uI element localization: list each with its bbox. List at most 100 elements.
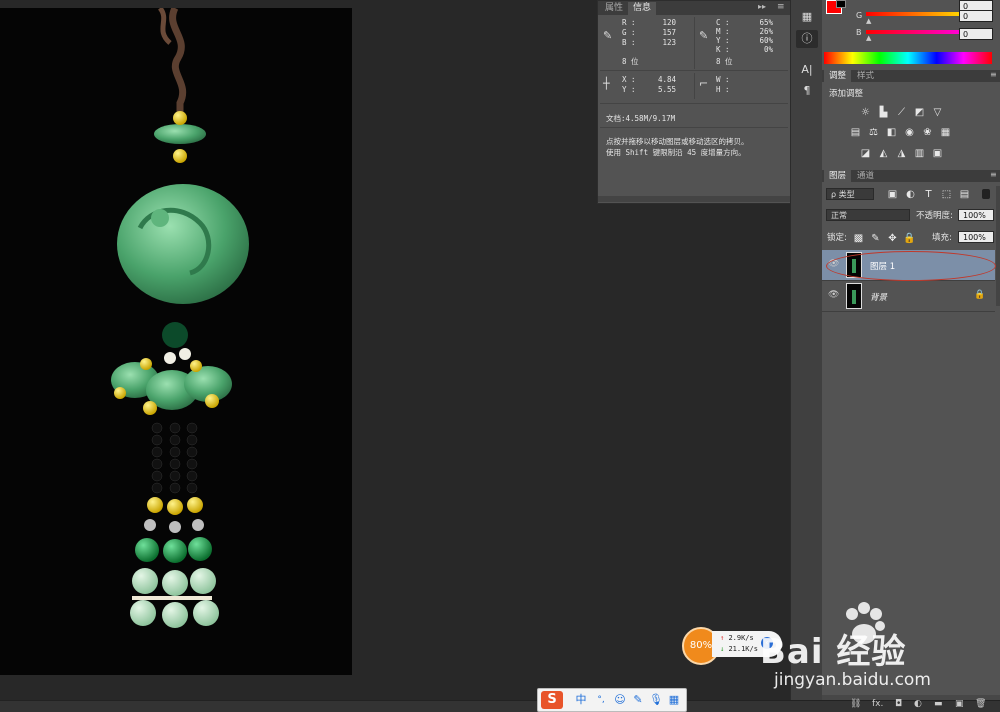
invert-icon[interactable]: ◪: [859, 148, 872, 159]
baidu-brand-text: Bai 经验: [760, 632, 907, 672]
layer-mask-icon[interactable]: ◘: [895, 699, 902, 709]
b-slider-thumb-icon[interactable]: ▲: [866, 34, 871, 42]
c-value: 65%: [759, 18, 773, 27]
g-label: G :: [622, 28, 636, 37]
channel-mixer-icon[interactable]: ❀: [921, 127, 934, 138]
opacity-field[interactable]: 100%: [958, 209, 994, 221]
visibility-eye-icon[interactable]: 👁: [828, 259, 839, 269]
fill-field[interactable]: 100%: [958, 231, 994, 243]
tab-adjustments[interactable]: 调整: [824, 70, 852, 82]
gradient-map-icon[interactable]: ▥: [913, 148, 926, 159]
filter-shape-icon[interactable]: ⬚: [940, 189, 953, 200]
paragraph-icon[interactable]: ¶: [796, 82, 818, 100]
tab-channels[interactable]: 通道: [852, 170, 879, 182]
layer-style-icon[interactable]: fx.: [872, 699, 883, 709]
panel-menu-icon[interactable]: ≡: [777, 2, 785, 12]
layer-name[interactable]: 背景: [870, 291, 887, 303]
download-arrow-icon: ↓: [720, 645, 725, 653]
adjustments-menu-icon[interactable]: ≡: [990, 70, 997, 79]
pen-icon[interactable]: ✎: [631, 692, 645, 708]
levels-icon[interactable]: ▙: [877, 107, 890, 118]
info-panel-tabbar: 属性 信息 ▸▸ ≡: [598, 1, 791, 15]
layers-tabbar: 图层 通道 ≡: [822, 170, 1000, 182]
filter-smart-icon[interactable]: ▤: [958, 189, 971, 200]
black-white-icon[interactable]: ◧: [885, 127, 898, 138]
color-lookup-icon[interactable]: ▦: [939, 127, 952, 138]
hue-saturation-icon[interactable]: ▤: [849, 127, 862, 138]
tab-styles[interactable]: 样式: [852, 70, 879, 82]
g-value-field[interactable]: 0: [959, 10, 993, 22]
layer-name[interactable]: 图层 1: [870, 260, 895, 272]
lock-position-icon[interactable]: ✥: [886, 233, 899, 244]
c-label: C :: [716, 18, 730, 27]
download-speed: 21.1K/s: [728, 645, 758, 653]
filter-adjustment-icon[interactable]: ◐: [904, 189, 917, 200]
tool-hint-line2: 使用 Shift 键限制沿 45 度增量方向。: [606, 148, 746, 157]
brightness-icon[interactable]: ☼: [859, 107, 872, 118]
filter-pixel-icon[interactable]: ▣: [886, 189, 899, 200]
panel-resize-grip[interactable]: [598, 196, 791, 202]
tab-info[interactable]: 信息: [628, 2, 657, 15]
new-group-icon[interactable]: ▬: [934, 699, 943, 709]
filter-type-icon[interactable]: T: [922, 189, 935, 200]
filter-toggle[interactable]: [982, 189, 990, 199]
color-balance-icon[interactable]: ⚖: [867, 127, 880, 138]
link-layers-icon[interactable]: ⛓: [850, 699, 861, 709]
character-icon[interactable]: A|: [796, 61, 818, 79]
background-color-swatch[interactable]: [836, 0, 846, 8]
adjustment-layer-icon[interactable]: ◐: [914, 699, 922, 709]
color-spectrum-bar[interactable]: [824, 52, 992, 64]
b-slider-label: B: [856, 28, 862, 37]
blend-mode-select[interactable]: 正常: [826, 209, 910, 221]
new-layer-icon[interactable]: ▣: [955, 699, 964, 709]
vibrance-icon[interactable]: ▽: [931, 107, 944, 118]
layers-scrollbar[interactable]: [996, 186, 1000, 306]
xy-labels: X : Y :: [622, 75, 636, 95]
curves-icon[interactable]: ⟋: [895, 107, 908, 118]
layers-menu-icon[interactable]: ≡: [990, 170, 997, 179]
tab-layers[interactable]: 图层: [824, 170, 852, 182]
selection-size-icon: ⌐: [699, 77, 709, 90]
document-canvas[interactable]: [0, 8, 352, 675]
jade-pendant-image: [111, 8, 249, 628]
tool-hint: 点按并拖移以移动图层或移动选区的拷贝。 使用 Shift 键限制沿 45 度增量…: [606, 136, 786, 158]
y-label-pos: Y :: [622, 85, 636, 94]
info-panel-icon[interactable]: ⓘ: [796, 30, 818, 48]
g-slider-thumb-icon[interactable]: ▲: [866, 17, 871, 25]
layer-row-background[interactable]: 👁 背景 🔒: [822, 281, 995, 312]
g-slider-label: G: [856, 11, 863, 20]
ime-punct-toggle[interactable]: °,: [594, 692, 608, 708]
eyedropper-icon: ✎: [603, 29, 613, 42]
microphone-icon[interactable]: 🎙: [649, 692, 663, 708]
fill-label: 填充:: [932, 233, 952, 243]
bit-depth-right: 8 位: [716, 57, 733, 66]
x-label: X :: [622, 75, 636, 84]
posterize-icon[interactable]: ◭: [877, 148, 890, 159]
tab-properties[interactable]: 属性: [600, 2, 628, 15]
lock-all-icon[interactable]: 🔒: [903, 233, 916, 244]
add-adjustment-title: 添加调整: [829, 89, 864, 99]
toolbox-icon[interactable]: ▦: [667, 692, 681, 708]
blend-mode-value: 正常: [831, 211, 847, 220]
bit-depth-left: 8 位: [622, 57, 639, 66]
layer-row-layer1[interactable]: 👁 图层 1: [822, 250, 995, 281]
layer-filter-select[interactable]: ρ 类型: [826, 188, 874, 200]
sogou-logo[interactable]: S: [541, 691, 563, 709]
color-panel: 0 G ▲ 0 B ▲ 0: [822, 0, 1000, 68]
exposure-icon[interactable]: ◩: [913, 107, 926, 118]
selective-color-icon[interactable]: ▣: [931, 148, 944, 159]
b-value: 123: [662, 38, 676, 47]
crosshair-icon: ┼: [603, 77, 610, 90]
lock-transparent-icon[interactable]: ▩: [852, 233, 865, 244]
histogram-icon[interactable]: ▦: [796, 8, 818, 26]
b-value-field[interactable]: 0: [959, 28, 993, 40]
lock-image-icon[interactable]: ✎: [869, 233, 882, 244]
visibility-eye-icon[interactable]: 👁: [828, 290, 839, 300]
photo-filter-icon[interactable]: ◉: [903, 127, 916, 138]
emoji-icon[interactable]: ☺: [613, 692, 627, 708]
ime-mode-toggle[interactable]: 中: [574, 692, 588, 708]
delete-layer-icon[interactable]: 🗑: [975, 699, 986, 709]
threshold-icon[interactable]: ◮: [895, 148, 908, 159]
h-label: H :: [716, 85, 730, 94]
collapse-icon[interactable]: ▸▸: [758, 2, 766, 11]
